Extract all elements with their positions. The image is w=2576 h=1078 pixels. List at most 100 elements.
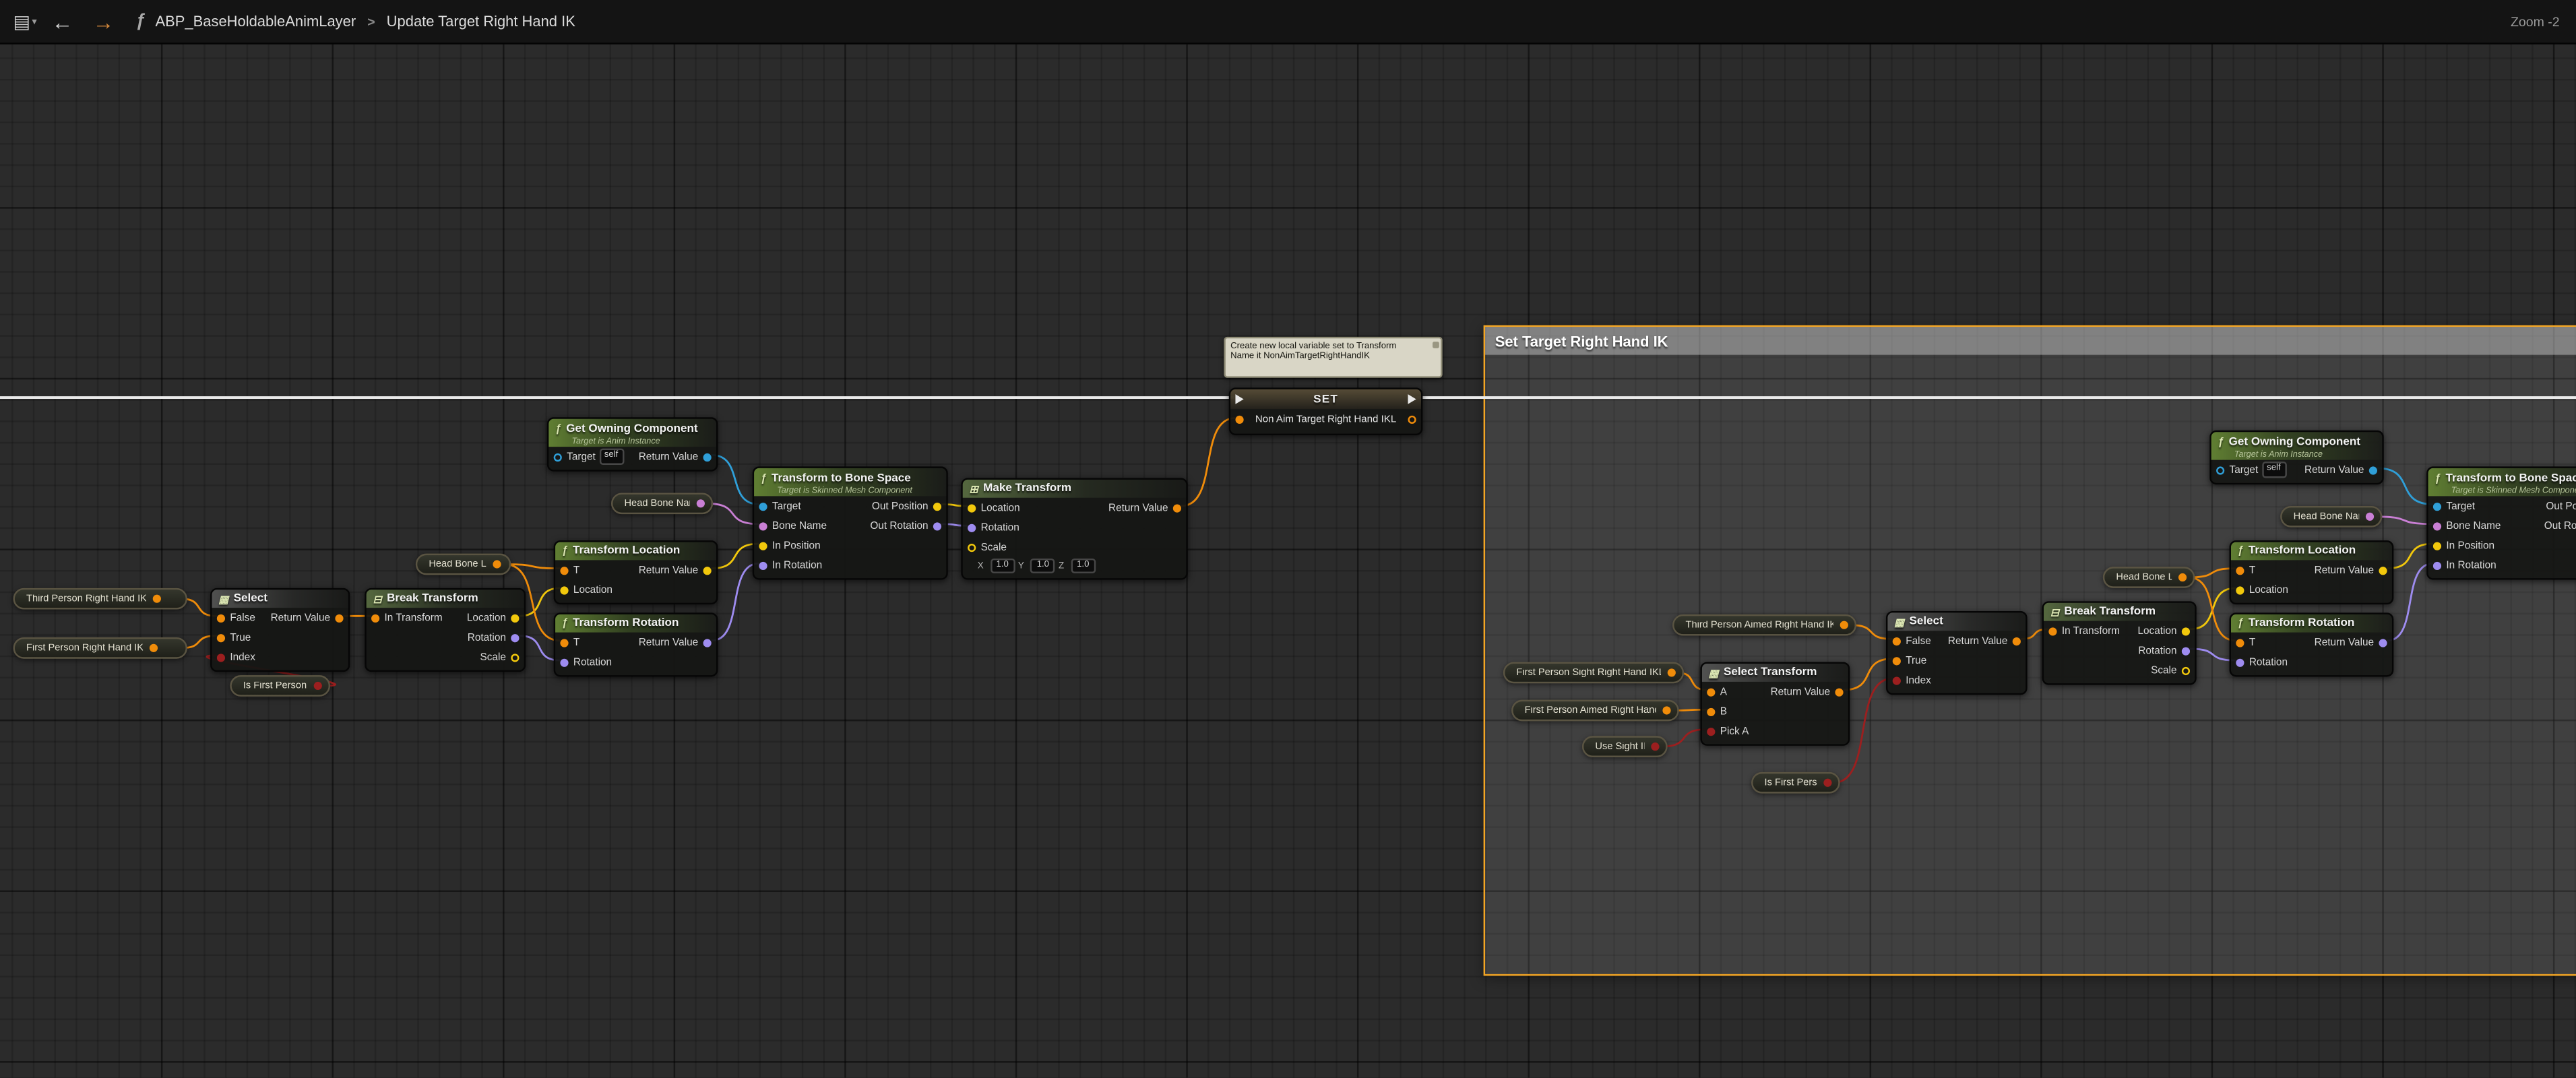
- node-select-transform[interactable]: ▦Select TransformAReturn ValueBPick A: [1700, 662, 1850, 746]
- pin-return-value[interactable]: [703, 453, 712, 461]
- pin-scale[interactable]: [968, 543, 976, 551]
- pin-rotation[interactable]: [2236, 658, 2244, 666]
- node-transform-to-bone-space-left[interactable]: ƒTransform to Bone SpaceTarget is Skinne…: [753, 466, 948, 579]
- axis-value[interactable]: 1.0: [990, 558, 1015, 573]
- comment-pin-icon[interactable]: [1432, 341, 1439, 348]
- pin-use-sight-ikl[interactable]: [1651, 742, 1659, 751]
- pin-is-first-person-left[interactable]: [314, 682, 322, 690]
- pin-default-value[interactable]: self: [2261, 462, 2286, 478]
- exec-in-pin[interactable]: [1235, 394, 1243, 404]
- node-comment-bubble[interactable]: Create new local variable set to Transfo…: [1224, 337, 1442, 378]
- pin-false[interactable]: [1893, 637, 1901, 645]
- pin-false[interactable]: [217, 614, 225, 622]
- pin-in-transform[interactable]: [2048, 627, 2056, 635]
- pin-t[interactable]: [2236, 638, 2244, 646]
- pin-location[interactable]: [2236, 585, 2244, 594]
- node-transform-rotation-right[interactable]: ƒTransform RotationTReturn ValueRotation: [2230, 612, 2394, 676]
- pin-in-transform[interactable]: [371, 614, 379, 622]
- pin-return-value[interactable]: [1173, 503, 1181, 511]
- axis-value[interactable]: 1.0: [1071, 558, 1096, 573]
- variable-pill-third-person-aimed-right-hand-ik[interactable]: Third Person Aimed Right Hand IK: [1672, 614, 1856, 636]
- breadcrumb-current[interactable]: Update Target Right Hand IK: [387, 13, 575, 30]
- pin-third-person-aimed-right-hand-ik[interactable]: [1840, 621, 1848, 629]
- pin-rotation[interactable]: [511, 633, 519, 641]
- graph-bookmark-button[interactable]: ▤ ▾: [13, 11, 37, 32]
- navigate-back-button[interactable]: ←: [46, 11, 77, 32]
- node-get-owning-component-right[interactable]: ƒGet Owning ComponentTarget is Anim Inst…: [2209, 431, 2383, 484]
- variable-pill-first-person-right-hand-ik[interactable]: First Person Right Hand IK: [13, 637, 187, 659]
- pin-t[interactable]: [2236, 566, 2244, 574]
- pin-in-position[interactable]: [759, 541, 767, 549]
- pin-target[interactable]: [554, 453, 562, 461]
- pin-first-person-sight-right-hand-ikl[interactable]: [1668, 668, 1676, 676]
- pin-target[interactable]: [759, 502, 767, 510]
- pin-return-value[interactable]: [2379, 638, 2387, 646]
- pin-return-value[interactable]: [2369, 466, 2377, 474]
- pin-t[interactable]: [560, 566, 568, 574]
- pin-return-value[interactable]: [2013, 637, 2021, 645]
- variable-pill-first-person-aimed-right-hand-ik[interactable]: First Person Aimed Right Hand IK: [1511, 700, 1679, 722]
- pin-t[interactable]: [560, 638, 568, 646]
- pin-in-position[interactable]: [2433, 541, 2441, 549]
- node-get-owning-component-left[interactable]: ƒGet Owning ComponentTarget is Anim Inst…: [547, 417, 718, 471]
- pin-third-person-right-hand-ik[interactable]: [154, 595, 162, 603]
- node-select-left[interactable]: ▦SelectFalseReturn ValueTrueIndex: [210, 588, 350, 672]
- pin-target[interactable]: [2216, 466, 2224, 474]
- pin-out-rotation[interactable]: [933, 521, 941, 530]
- pin-value-in[interactable]: [1235, 416, 1243, 424]
- pin-first-person-aimed-right-hand-ik[interactable]: [1662, 706, 1670, 714]
- pin-location[interactable]: [968, 503, 976, 511]
- node-transform-location-left[interactable]: ƒTransform LocationTReturn ValueLocation: [554, 540, 718, 604]
- pin-value-out[interactable]: [1408, 416, 1416, 424]
- axis-value[interactable]: 1.0: [1031, 558, 1056, 573]
- node-transform-rotation-left[interactable]: ƒTransform RotationTReturn ValueRotation: [554, 612, 718, 676]
- pin-location[interactable]: [560, 585, 568, 594]
- exec-out-pin[interactable]: [1408, 394, 1416, 404]
- pin-target[interactable]: [2433, 502, 2441, 510]
- pin-scale[interactable]: [511, 653, 519, 661]
- pin-index[interactable]: [217, 653, 225, 661]
- variable-pill-is-first-person-left[interactable]: Is First Person?: [230, 675, 330, 697]
- comment-title[interactable]: Set Target Right Hand IK: [1485, 327, 2576, 354]
- pin-head-bone-l-left[interactable]: [493, 560, 501, 568]
- pin-return-value[interactable]: [2379, 566, 2387, 574]
- node-break-transform-right[interactable]: ⊟Break TransformIn TransformLocationRota…: [2042, 601, 2197, 685]
- pin-bone-name[interactable]: [2433, 521, 2441, 530]
- node-make-transform[interactable]: ⊞Make TransformLocationReturn ValueRotat…: [961, 478, 1187, 579]
- pin-location[interactable]: [511, 614, 519, 622]
- variable-pill-use-sight-ikl[interactable]: Use Sight IKL: [1582, 736, 1668, 757]
- pin-head-bone-name-left[interactable]: [697, 499, 705, 507]
- variable-pill-is-first-person-right[interactable]: Is First Person?: [1751, 772, 1840, 794]
- pin-is-first-person-right[interactable]: [1823, 779, 1831, 787]
- pin-a[interactable]: [1707, 687, 1715, 695]
- pin-in-rotation[interactable]: [759, 561, 767, 569]
- pin-in-rotation[interactable]: [2433, 561, 2441, 569]
- pin-out-position[interactable]: [933, 502, 941, 510]
- variable-pill-head-bone-name-left[interactable]: Head Bone Name: [611, 493, 713, 514]
- pin-first-person-right-hand-ik[interactable]: [150, 644, 158, 652]
- navigate-forward-button[interactable]: →: [88, 11, 119, 32]
- pin-return-value[interactable]: [703, 566, 712, 574]
- variable-pill-first-person-sight-right-hand-ikl[interactable]: First Person Sight Right Hand IKL: [1503, 662, 1684, 684]
- variable-pill-head-bone-l-left[interactable]: Head Bone L: [416, 554, 511, 575]
- variable-pill-head-bone-name-right[interactable]: Head Bone Name: [2280, 506, 2382, 528]
- pin-return-value[interactable]: [703, 638, 712, 646]
- variable-pill-head-bone-l-right[interactable]: Head Bone L: [2103, 567, 2195, 588]
- comment-box-set-target-right-hand-ik[interactable]: Set Target Right Hand IK: [1484, 325, 2576, 976]
- breadcrumb-root[interactable]: ABP_BaseHoldableAnimLayer: [156, 13, 356, 30]
- variable-pill-third-person-right-hand-ik[interactable]: Third Person Right Hand IK: [13, 588, 187, 610]
- pin-return-value[interactable]: [335, 614, 343, 622]
- pin-return-value[interactable]: [1835, 687, 1843, 695]
- pin-head-bone-name-right[interactable]: [2366, 513, 2374, 521]
- pin-scale[interactable]: [2182, 666, 2190, 674]
- node-break-transform-left[interactable]: ⊟Break TransformIn TransformLocationRota…: [365, 588, 526, 672]
- pin-pick-a[interactable]: [1707, 727, 1715, 735]
- pin-location[interactable]: [2182, 627, 2190, 635]
- pin-true[interactable]: [1893, 656, 1901, 664]
- pin-index[interactable]: [1893, 676, 1901, 684]
- pin-true[interactable]: [217, 633, 225, 641]
- node-transform-location-right[interactable]: ƒTransform LocationTReturn ValueLocation: [2230, 540, 2394, 604]
- node-transform-to-bone-space-right[interactable]: ƒTransform to Bone SpaceTarget is Skinne…: [2426, 466, 2576, 579]
- pin-head-bone-l-right[interactable]: [2178, 573, 2187, 581]
- pin-b[interactable]: [1707, 707, 1715, 716]
